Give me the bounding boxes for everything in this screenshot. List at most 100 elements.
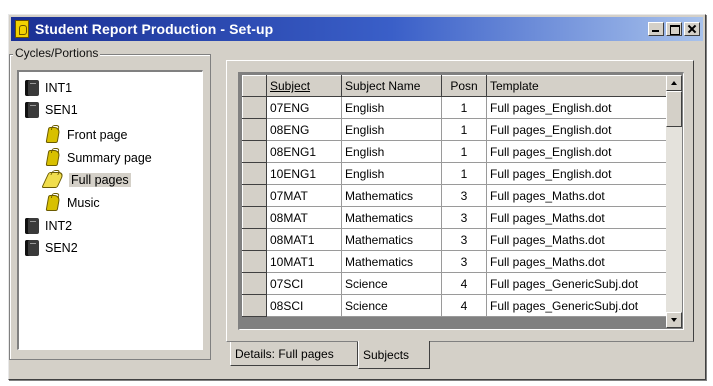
tree-node-int2[interactable]: INT2	[25, 216, 72, 236]
posn-cell[interactable]: 3	[441, 250, 487, 273]
book-icon	[25, 80, 39, 96]
row-selector[interactable]	[242, 184, 267, 207]
table-row[interactable]: 10MAT1 Mathematics 3 Full pages_Maths.do…	[242, 250, 667, 273]
template-cell[interactable]: Full pages_Maths.dot	[486, 206, 667, 229]
title-bar: Student Report Production - Set-up	[11, 17, 703, 41]
tree-node-label: Full pages	[69, 173, 131, 187]
tree-node-front-page[interactable]: Front page	[45, 125, 127, 145]
subject-cell[interactable]: 10MAT1	[266, 250, 342, 273]
posn-cell[interactable]: 3	[441, 206, 487, 229]
table-row[interactable]: 08ENG1 English 1 Full pages_English.dot	[242, 140, 667, 163]
grid-vertical-scrollbar[interactable]	[666, 75, 682, 328]
template-cell[interactable]: Full pages_Maths.dot	[486, 184, 667, 207]
subject-cell[interactable]: 07SCI	[266, 272, 342, 295]
subject-name-cell[interactable]: English	[341, 96, 442, 119]
table-row[interactable]: 07MAT Mathematics 3 Full pages_Maths.dot	[242, 184, 667, 207]
posn-cell[interactable]: 1	[441, 162, 487, 185]
row-selector[interactable]	[242, 118, 267, 141]
column-header-subject[interactable]: Subject	[266, 75, 342, 97]
window-title: Student Report Production - Set-up	[35, 21, 274, 37]
tree-node-full-pages[interactable]: Full pages	[41, 170, 131, 190]
tree-node-int1[interactable]: INT1	[25, 78, 72, 98]
tree-node-label: Music	[67, 196, 100, 210]
posn-cell[interactable]: 1	[441, 140, 487, 163]
table-row[interactable]: 07SCI Science 4 Full pages_GenericSubj.d…	[242, 272, 667, 295]
subject-name-cell[interactable]: Mathematics	[341, 250, 442, 273]
row-selector[interactable]	[242, 228, 267, 251]
column-header-template[interactable]: Template	[486, 75, 667, 97]
posn-cell[interactable]: 1	[441, 96, 487, 119]
table-row[interactable]: 08SCI Science 4 Full pages_GenericSubj.d…	[242, 294, 667, 317]
posn-cell[interactable]: 3	[441, 228, 487, 251]
subject-name-cell[interactable]: Mathematics	[341, 184, 442, 207]
table-row[interactable]: 08MAT1 Mathematics 3 Full pages_Maths.do…	[242, 228, 667, 251]
template-cell[interactable]: Full pages_English.dot	[486, 96, 667, 119]
row-selector[interactable]	[242, 294, 267, 317]
tree-node-sen1[interactable]: SEN1	[25, 100, 78, 120]
column-header-posn[interactable]: Posn	[441, 75, 487, 97]
row-selector[interactable]	[242, 250, 267, 273]
row-selector[interactable]	[242, 162, 267, 185]
scroll-up-arrow-icon[interactable]	[666, 75, 682, 91]
subject-cell[interactable]: 08MAT1	[266, 228, 342, 251]
tree-node-label: SEN1	[45, 103, 78, 117]
book-icon	[25, 102, 39, 118]
table-row[interactable]: 08MAT Mathematics 3 Full pages_Maths.dot	[242, 206, 667, 229]
table-row[interactable]: 07ENG English 1 Full pages_English.dot	[242, 96, 667, 119]
subject-name-cell[interactable]: English	[341, 162, 442, 185]
cycles-group-label: Cycles/Portions	[13, 46, 101, 60]
template-cell[interactable]: Full pages_Maths.dot	[486, 250, 667, 273]
column-header-subject-name[interactable]: Subject Name	[341, 75, 442, 97]
row-selector[interactable]	[242, 140, 267, 163]
posn-cell[interactable]: 4	[441, 294, 487, 317]
cycles-tree[interactable]: INT1 SEN1 Front page Summary page Full p…	[17, 70, 203, 350]
subject-name-cell[interactable]: English	[341, 118, 442, 141]
tree-node-label: SEN2	[45, 241, 78, 255]
page-icon	[45, 195, 61, 211]
book-icon	[25, 218, 39, 234]
tree-node-sen2[interactable]: SEN2	[25, 238, 78, 258]
template-cell[interactable]: Full pages_Maths.dot	[486, 228, 667, 251]
tree-node-label: INT2	[45, 219, 73, 233]
subject-cell[interactable]: 08SCI	[266, 294, 342, 317]
row-selector[interactable]	[242, 272, 267, 295]
subject-cell[interactable]: 08ENG1	[266, 140, 342, 163]
scroll-down-arrow-icon[interactable]	[666, 312, 682, 328]
subject-name-cell[interactable]: Science	[341, 272, 442, 295]
tree-node-label: INT1	[45, 81, 73, 95]
subject-name-cell[interactable]: Mathematics	[341, 206, 442, 229]
tab-subjects[interactable]: Subjects	[358, 341, 430, 369]
subject-name-cell[interactable]: Mathematics	[341, 228, 442, 251]
row-selector-header[interactable]	[242, 75, 267, 97]
close-button[interactable]	[684, 22, 700, 36]
maximize-button[interactable]	[666, 22, 682, 36]
posn-cell[interactable]: 1	[441, 118, 487, 141]
book-icon	[25, 240, 39, 256]
template-cell[interactable]: Full pages_English.dot	[486, 140, 667, 163]
table-row[interactable]: 10ENG1 English 1 Full pages_English.dot	[242, 162, 667, 185]
template-cell[interactable]: Full pages_English.dot	[486, 118, 667, 141]
subjects-grid[interactable]: Subject Subject Name Posn Template 07ENG…	[242, 75, 667, 317]
subject-cell[interactable]: 08ENG	[266, 118, 342, 141]
tab-details-full-pages[interactable]: Details: Full pages	[230, 342, 358, 366]
table-row[interactable]: 08ENG English 1 Full pages_English.dot	[242, 118, 667, 141]
subject-name-cell[interactable]: Science	[341, 294, 442, 317]
subject-cell[interactable]: 07ENG	[266, 96, 342, 119]
posn-cell[interactable]: 4	[441, 272, 487, 295]
tree-node-music[interactable]: Music	[45, 193, 100, 213]
template-cell[interactable]: Full pages_GenericSubj.dot	[486, 294, 667, 317]
row-selector[interactable]	[242, 206, 267, 229]
minimize-button[interactable]	[648, 22, 664, 36]
app-icon	[15, 20, 29, 38]
posn-cell[interactable]: 3	[441, 184, 487, 207]
subject-cell[interactable]: 10ENG1	[266, 162, 342, 185]
tree-node-summary-page[interactable]: Summary page	[45, 148, 152, 168]
column-header-label: Subject	[270, 79, 311, 93]
scroll-thumb[interactable]	[666, 91, 682, 127]
row-selector[interactable]	[242, 96, 267, 119]
subject-cell[interactable]: 08MAT	[266, 206, 342, 229]
subject-cell[interactable]: 07MAT	[266, 184, 342, 207]
subject-name-cell[interactable]: English	[341, 140, 442, 163]
template-cell[interactable]: Full pages_English.dot	[486, 162, 667, 185]
template-cell[interactable]: Full pages_GenericSubj.dot	[486, 272, 667, 295]
